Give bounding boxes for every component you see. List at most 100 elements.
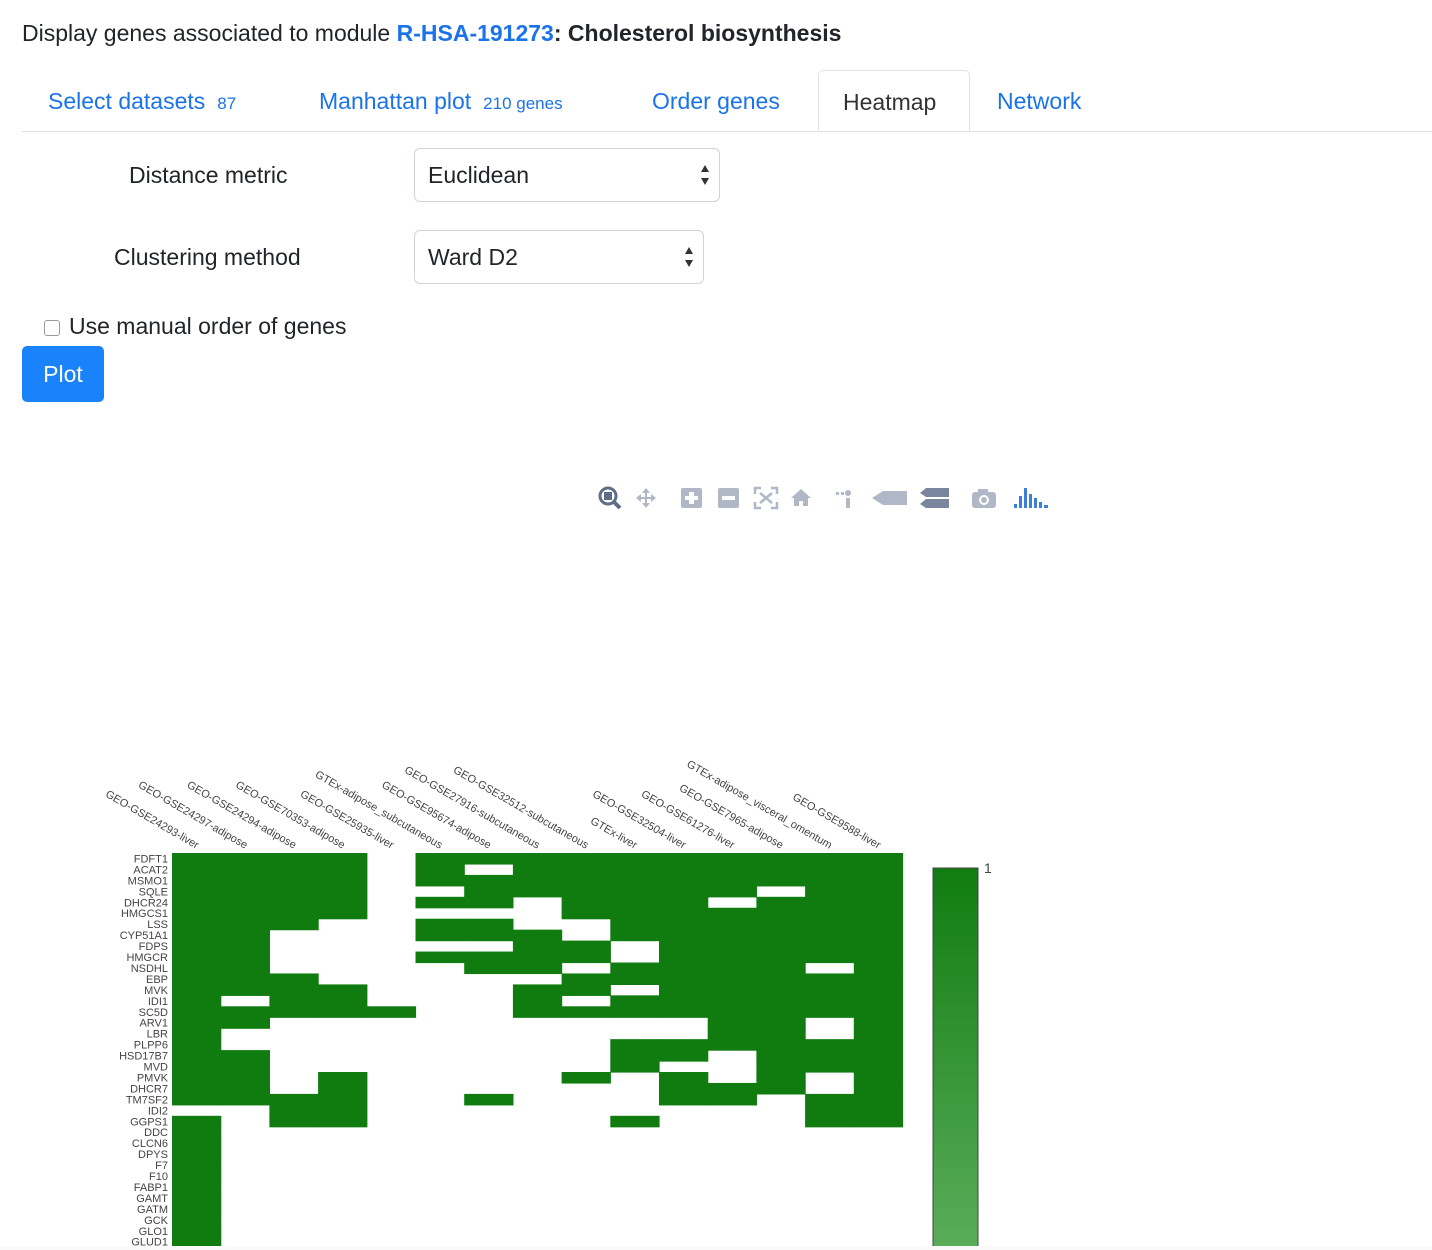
heatmap-cell[interactable] [805, 853, 855, 865]
heatmap-cell[interactable] [318, 1115, 368, 1128]
tab-network[interactable]: Network [997, 70, 1081, 131]
heatmap-cell[interactable] [756, 1061, 806, 1073]
heatmap-cell[interactable] [610, 973, 660, 985]
heatmap-cell[interactable] [707, 1093, 757, 1106]
hover-compare-icon[interactable] [920, 488, 949, 508]
heatmap-cell[interactable] [707, 1039, 757, 1051]
heatmap-cell[interactable] [172, 907, 222, 920]
heatmap-cell[interactable] [269, 995, 319, 1007]
module-id-link[interactable]: R-HSA-191273 [397, 20, 554, 46]
heatmap-cell[interactable] [512, 995, 563, 1007]
heatmap-cell[interactable] [415, 863, 465, 876]
heatmap-cell[interactable] [220, 984, 270, 996]
heatmap-cell[interactable] [756, 1028, 806, 1040]
heatmap-cell[interactable] [172, 885, 222, 898]
heatmap-cell[interactable] [853, 929, 904, 942]
heatmap-cell[interactable] [269, 907, 319, 920]
heatmap-cell[interactable] [172, 984, 222, 996]
heatmap-cell[interactable] [756, 940, 806, 953]
heatmap-cell[interactable] [220, 885, 270, 898]
heatmap-cell[interactable] [805, 995, 855, 1007]
heatmap-cell[interactable] [318, 1093, 368, 1106]
tab-manhattan-plot[interactable]: Manhattan plot 210 genes [319, 70, 563, 131]
heatmap-cell[interactable] [707, 885, 757, 898]
heatmap-cell[interactable] [805, 874, 855, 887]
heatmap-cell[interactable] [220, 853, 270, 865]
heatmap-cell[interactable] [853, 918, 904, 931]
heatmap-cell[interactable] [805, 1104, 855, 1117]
heatmap-cell[interactable] [318, 1072, 368, 1084]
toggle-spike-lines-icon[interactable] [836, 490, 851, 508]
heatmap-cell[interactable] [610, 929, 660, 942]
heatmap-cell[interactable] [464, 962, 514, 975]
heatmap-cell[interactable] [659, 1050, 709, 1062]
heatmap-cell[interactable] [561, 896, 611, 909]
heatmap-cell[interactable] [853, 1061, 904, 1073]
heatmap-cell[interactable] [318, 863, 368, 876]
heatmap-cell[interactable] [172, 1028, 222, 1040]
heatmap-cell[interactable] [318, 853, 368, 865]
heatmap-cell[interactable] [220, 1082, 270, 1095]
heatmap-cell[interactable] [853, 973, 904, 985]
heatmap-cell[interactable] [756, 1017, 806, 1029]
heatmap-cell[interactable] [707, 907, 757, 920]
heatmap-cell[interactable] [318, 885, 368, 898]
heatmap-cell[interactable] [853, 1028, 904, 1040]
heatmap-cell[interactable] [805, 1050, 855, 1062]
heatmap-cell[interactable] [220, 929, 270, 942]
heatmap-cell[interactable] [512, 1006, 563, 1018]
heatmap-cell[interactable] [805, 885, 855, 898]
heatmap-cell[interactable] [805, 1039, 855, 1051]
heatmap-cell[interactable] [172, 1203, 222, 1215]
heatmap-cell[interactable] [756, 973, 806, 985]
heatmap-cell[interactable] [512, 962, 563, 975]
heatmap-cell[interactable] [172, 918, 222, 931]
tab-select-datasets[interactable]: Select datasets 87 [48, 70, 236, 131]
heatmap-cell[interactable] [220, 940, 270, 953]
heatmap-cell[interactable] [464, 885, 514, 898]
heatmap-cell[interactable] [415, 918, 465, 931]
heatmap-cell[interactable] [269, 885, 319, 898]
heatmap-cell[interactable] [220, 874, 270, 887]
heatmap-cell[interactable] [415, 951, 465, 964]
heatmap-cell[interactable] [707, 1006, 757, 1018]
heatmap-cell[interactable] [172, 1181, 222, 1194]
heatmap-cell[interactable] [415, 853, 465, 865]
heatmap-cell[interactable] [172, 874, 222, 887]
heatmap-cell[interactable] [220, 973, 270, 985]
heatmap-cell[interactable] [172, 1126, 222, 1139]
heatmap-cell[interactable] [853, 885, 904, 898]
heatmap-cell[interactable] [756, 1072, 806, 1084]
heatmap-cell[interactable] [805, 940, 855, 953]
heatmap-cell[interactable] [610, 1115, 660, 1128]
plotly-logo-icon[interactable] [1014, 488, 1048, 508]
heatmap-cell[interactable] [659, 995, 709, 1007]
heatmap-cell[interactable] [610, 863, 660, 876]
heatmap-cell[interactable] [172, 1093, 222, 1106]
heatmap-cell[interactable] [561, 885, 611, 898]
heatmap-cell[interactable] [220, 1017, 270, 1029]
heatmap-cell[interactable] [707, 951, 757, 964]
heatmap-cell[interactable] [707, 853, 757, 865]
heatmap-cell[interactable] [561, 940, 611, 953]
heatmap-cell[interactable] [172, 1236, 222, 1246]
heatmap-cell[interactable] [659, 896, 709, 909]
heatmap-cell[interactable] [269, 973, 319, 985]
heatmap-cell[interactable] [853, 984, 904, 996]
heatmap-cell[interactable] [464, 1093, 514, 1106]
heatmap-cell[interactable] [610, 1006, 660, 1018]
heatmap-cell[interactable] [707, 1017, 757, 1029]
heatmap-cell[interactable] [318, 1006, 368, 1018]
heatmap-cell[interactable] [269, 1115, 319, 1128]
heatmap-cell[interactable] [853, 1017, 904, 1029]
heatmap-cell[interactable] [707, 918, 757, 931]
heatmap-cell[interactable] [172, 1039, 222, 1051]
heatmap-cell[interactable] [659, 973, 709, 985]
heatmap-cell[interactable] [172, 1214, 222, 1226]
heatmap-cell[interactable] [805, 973, 855, 985]
heatmap-cell[interactable] [659, 1072, 709, 1084]
heatmap-cell[interactable] [172, 863, 222, 876]
heatmap-cell[interactable] [172, 962, 222, 975]
heatmap-cell[interactable] [659, 951, 709, 964]
heatmap-cell[interactable] [415, 896, 465, 909]
